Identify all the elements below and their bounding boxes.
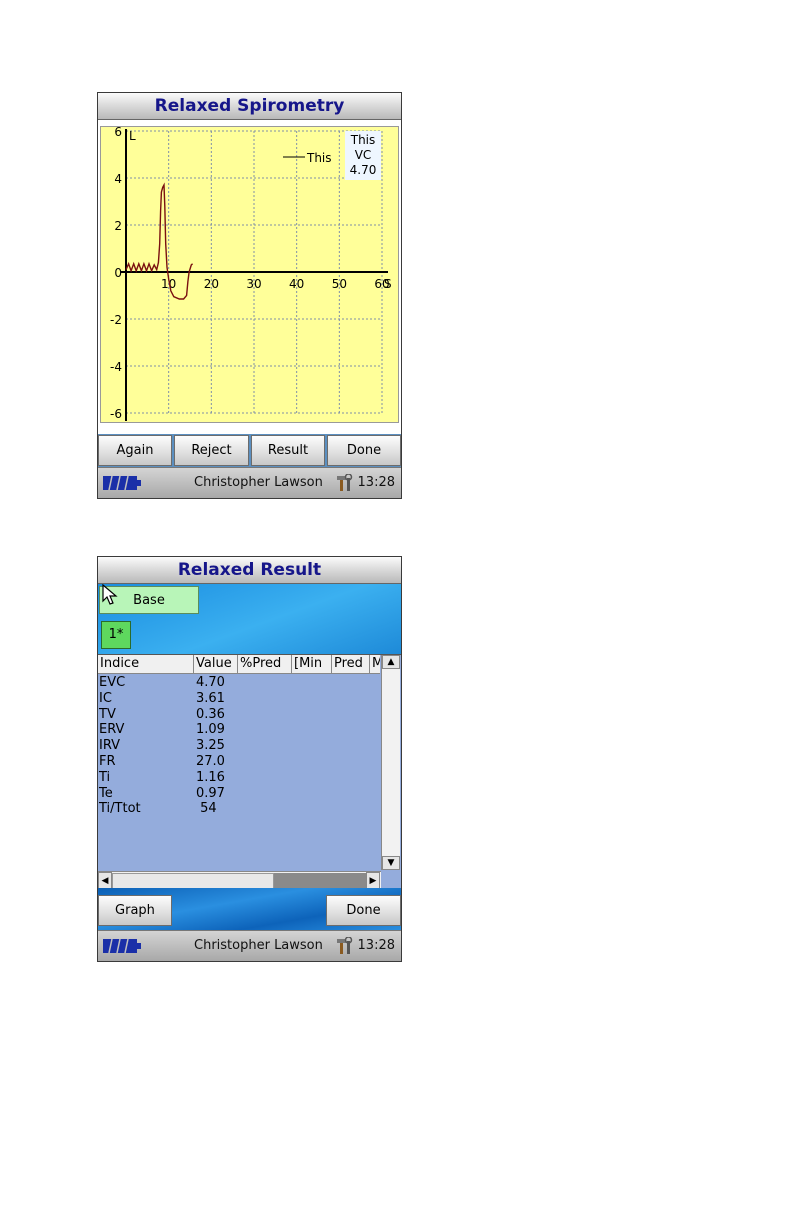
- table-row[interactable]: Te 0.97: [98, 786, 380, 802]
- graph-area: 6 4 2 0 -2 -4 -6 10 20 30 40 50 60 L S This This VC 4.7…: [98, 120, 401, 424]
- table-rows: EVC 4.70 IC 3.61 TV 0.36 ERV 1.09 IRV 3.25 FR…: [98, 675, 380, 817]
- result-title: Relaxed Result: [98, 557, 401, 584]
- indice-name: Ti/Ttot: [99, 801, 141, 817]
- table-row[interactable]: IRV 3.25: [98, 738, 380, 754]
- scroll-up-arrow-icon[interactable]: ▲: [382, 655, 400, 669]
- status-bar: Christopher Lawson 13:28: [98, 467, 401, 498]
- results-table: Indice Value %Pred [Min Pred M EVC 4.70 I…: [98, 654, 401, 890]
- clock-time: 13:28: [357, 475, 395, 490]
- table-row[interactable]: ERV 1.09: [98, 722, 380, 738]
- column-header-pct-pred[interactable]: %Pred: [238, 655, 292, 673]
- y-tick-label: 0: [114, 266, 122, 280]
- table-row[interactable]: EVC 4.70: [98, 675, 380, 691]
- tools-icon[interactable]: [337, 937, 353, 955]
- result-button-bar: Graph Done: [98, 888, 401, 930]
- indice-value: 0.36: [196, 706, 225, 722]
- vc-legend-box: This VC 4.70: [345, 131, 381, 180]
- horizontal-scroll-thumb[interactable]: [112, 873, 274, 889]
- scroll-down-arrow-icon[interactable]: ▼: [382, 856, 400, 870]
- indice-name: Te: [99, 785, 113, 801]
- result-screen: Relaxed Result Base 1* Indice Value %Pre…: [97, 556, 402, 962]
- table-header: Indice Value %Pred [Min Pred M: [98, 655, 380, 674]
- indice-value: 1.16: [196, 769, 225, 785]
- column-header-pred[interactable]: Pred: [332, 655, 370, 673]
- user-name: Christopher Lawson: [194, 938, 323, 953]
- again-button[interactable]: Again: [98, 435, 172, 466]
- indice-value: 4.70: [196, 675, 225, 690]
- done-button[interactable]: Done: [327, 435, 401, 466]
- indice-name: Ti: [99, 769, 111, 785]
- user-name: Christopher Lawson: [194, 475, 323, 490]
- clock-time: 13:28: [357, 938, 395, 953]
- column-header-min[interactable]: [Min: [292, 655, 332, 673]
- mouse-cursor-icon: [102, 584, 118, 605]
- x-tick-label: 40: [289, 277, 304, 291]
- indice-name: EVC: [99, 675, 126, 690]
- x-tick-label: 30: [246, 277, 261, 291]
- column-header-indice[interactable]: Indice: [98, 655, 194, 673]
- indice-value: 1.09: [196, 722, 225, 738]
- trial-selector-area: Base 1*: [98, 584, 401, 654]
- legend-label: This: [306, 151, 332, 165]
- graph-button[interactable]: Graph: [98, 895, 172, 926]
- y-tick-label: -4: [110, 360, 122, 374]
- y-tick-label: 6: [114, 127, 122, 139]
- result-done-button[interactable]: Done: [326, 895, 401, 926]
- result-button[interactable]: Result: [251, 435, 325, 466]
- x-axis-label: S: [384, 277, 392, 291]
- column-header-value[interactable]: Value: [194, 655, 238, 673]
- y-tick-label: 4: [114, 172, 122, 186]
- result-status-bar: Christopher Lawson 13:28: [98, 930, 401, 961]
- y-axis-label: L: [129, 129, 136, 143]
- spirometry-screen: Relaxed Spirometry 6 4 2 0 -2 -4 -6 10 20 30 40 50 6…: [97, 92, 402, 499]
- battery-icon: [103, 476, 141, 490]
- reject-button[interactable]: Reject: [174, 435, 249, 466]
- table-row[interactable]: IC 3.61: [98, 691, 380, 707]
- legend-box-line-2: VC: [354, 148, 372, 162]
- legend-box-line-1: This: [350, 133, 376, 147]
- indice-value: 3.25: [196, 738, 225, 754]
- vertical-scrollbar[interactable]: ▲ ▼: [381, 655, 400, 870]
- table-row[interactable]: TV 0.36: [98, 707, 380, 723]
- table-row[interactable]: FR 27.0: [98, 754, 380, 770]
- indice-name: ERV: [99, 722, 125, 738]
- table-row[interactable]: Ti 1.16: [98, 770, 380, 786]
- table-row[interactable]: Ti/Ttot 54: [98, 801, 380, 817]
- indice-name: TV: [99, 706, 116, 722]
- y-tick-label: -2: [110, 313, 122, 327]
- spirometry-title: Relaxed Spirometry: [98, 93, 401, 120]
- series-line-this: [125, 182, 194, 300]
- x-tick-label: 50: [332, 277, 347, 291]
- trial-1-button[interactable]: 1*: [101, 621, 131, 649]
- indice-value: 3.61: [196, 690, 225, 706]
- column-header-max[interactable]: M: [370, 655, 380, 673]
- tools-icon[interactable]: [337, 474, 353, 492]
- legend-box-line-3: 4.70: [349, 163, 377, 177]
- indice-value: 54: [196, 801, 217, 817]
- indice-name: FR: [99, 753, 116, 769]
- indice-value: 27.0: [196, 753, 225, 769]
- battery-icon: [103, 939, 141, 953]
- y-tick-label: -6: [110, 407, 122, 421]
- indice-name: IC: [99, 690, 112, 706]
- horizontal-scroll-track[interactable]: [274, 873, 366, 889]
- y-tick-label: 2: [114, 219, 122, 233]
- indice-value: 0.97: [196, 785, 225, 801]
- spirometry-button-bar: Again Reject Result Done: [98, 434, 401, 468]
- indice-name: IRV: [99, 738, 121, 754]
- x-tick-label: 20: [204, 277, 219, 291]
